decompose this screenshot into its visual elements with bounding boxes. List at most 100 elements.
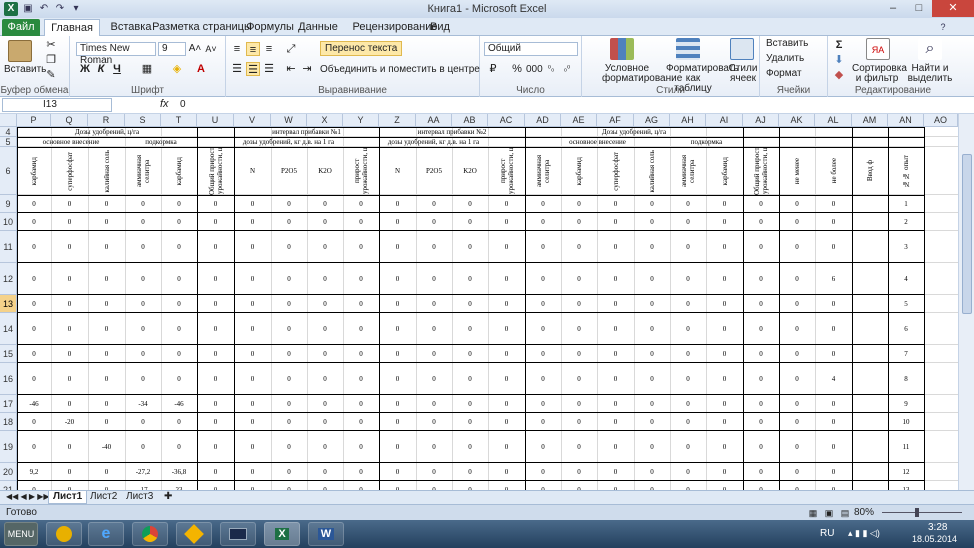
table-cell[interactable]: 0 bbox=[234, 481, 271, 490]
table-cell[interactable]: 0 bbox=[197, 431, 234, 463]
table-cell[interactable]: 4 bbox=[888, 263, 924, 295]
table-cell[interactable]: 0 bbox=[743, 263, 779, 295]
table-cell[interactable]: 0 bbox=[343, 363, 379, 395]
table-cell[interactable]: 0 bbox=[88, 395, 125, 413]
table-cell[interactable]: 0 bbox=[234, 413, 271, 431]
table-cell[interactable]: -27,2 bbox=[125, 463, 161, 481]
row-header[interactable]: 9 bbox=[0, 195, 17, 213]
table-cell[interactable]: -34 bbox=[125, 395, 161, 413]
table-cell[interactable]: 0 bbox=[88, 313, 125, 345]
table-cell[interactable]: 0 bbox=[51, 295, 88, 313]
zoom-slider-thumb[interactable] bbox=[915, 508, 919, 517]
select-all-corner[interactable] bbox=[0, 114, 17, 127]
sheet-tab-1[interactable]: Лист1 bbox=[48, 491, 88, 504]
table-cell[interactable]: 0 bbox=[161, 345, 197, 363]
table-cell[interactable]: 0 bbox=[161, 313, 197, 345]
column-header[interactable]: AI bbox=[706, 114, 743, 127]
table-cell[interactable]: 0 bbox=[271, 413, 307, 431]
table-cell[interactable]: 0 bbox=[234, 395, 271, 413]
column-header[interactable]: AH bbox=[670, 114, 706, 127]
page-layout-view-icon[interactable]: ▣ bbox=[822, 506, 836, 520]
table-cell[interactable]: 0 bbox=[815, 395, 852, 413]
vertical-scrollbar[interactable] bbox=[958, 114, 974, 490]
row-header[interactable]: 10 bbox=[0, 213, 17, 231]
table-cell[interactable]: 0 bbox=[561, 263, 597, 295]
table-cell[interactable]: 0 bbox=[197, 195, 234, 213]
table-cell[interactable]: 0 bbox=[525, 263, 561, 295]
table-cell[interactable]: 0 bbox=[670, 263, 706, 295]
table-cell[interactable]: 7 bbox=[888, 345, 924, 363]
language-indicator[interactable]: RU bbox=[820, 528, 834, 539]
table-cell[interactable]: 0 bbox=[597, 263, 634, 295]
table-cell[interactable]: 0 bbox=[779, 481, 815, 490]
table-cell[interactable]: 0 bbox=[561, 295, 597, 313]
table-cell[interactable]: 0 bbox=[307, 431, 343, 463]
table-cell[interactable]: 0 bbox=[161, 213, 197, 231]
table-cell[interactable]: 0 bbox=[51, 481, 88, 490]
table-cell[interactable]: 0 bbox=[88, 295, 125, 313]
table-cell[interactable]: -17 bbox=[125, 481, 161, 490]
table-cell[interactable]: 0 bbox=[271, 195, 307, 213]
column-header[interactable]: AJ bbox=[743, 114, 779, 127]
table-cell[interactable]: 0 bbox=[234, 213, 271, 231]
table-cell[interactable]: 0 bbox=[125, 413, 161, 431]
table-cell[interactable]: 0 bbox=[452, 463, 488, 481]
table-cell[interactable]: 0 bbox=[670, 313, 706, 345]
table-cell[interactable]: 5 bbox=[888, 295, 924, 313]
table-cell[interactable]: 0 bbox=[307, 463, 343, 481]
column-header[interactable]: AE bbox=[561, 114, 597, 127]
table-cell[interactable]: 0 bbox=[379, 413, 416, 431]
align-middle-icon[interactable]: ≡ bbox=[246, 42, 260, 56]
table-cell[interactable]: 0 bbox=[125, 263, 161, 295]
table-cell[interactable]: 0 bbox=[561, 431, 597, 463]
column-header[interactable]: P bbox=[17, 114, 51, 127]
align-top-icon[interactable]: ≡ bbox=[230, 42, 244, 56]
table-cell[interactable]: 0 bbox=[17, 195, 51, 213]
table-cell[interactable]: 0 bbox=[634, 481, 670, 490]
table-cell[interactable]: 0 bbox=[488, 313, 525, 345]
table-cell[interactable]: 0 bbox=[51, 195, 88, 213]
table-cell[interactable]: 0 bbox=[634, 263, 670, 295]
table-cell[interactable]: 0 bbox=[17, 363, 51, 395]
table-cell[interactable]: 0 bbox=[743, 395, 779, 413]
table-cell[interactable]: 0 bbox=[379, 463, 416, 481]
table-cell[interactable]: 0 bbox=[561, 345, 597, 363]
table-cell[interactable]: 0 bbox=[343, 481, 379, 490]
table-cell[interactable]: 0 bbox=[125, 345, 161, 363]
currency-icon[interactable]: ₽ bbox=[486, 62, 500, 76]
table-cell[interactable]: 0 bbox=[416, 413, 452, 431]
table-cell[interactable]: 0 bbox=[307, 295, 343, 313]
table-cell[interactable]: 0 bbox=[779, 313, 815, 345]
paste-icon[interactable] bbox=[8, 40, 32, 62]
table-cell[interactable]: 0 bbox=[634, 463, 670, 481]
table-cell[interactable]: 0 bbox=[271, 231, 307, 263]
table-cell[interactable]: 0 bbox=[743, 295, 779, 313]
table-cell[interactable]: 0 bbox=[525, 463, 561, 481]
table-cell[interactable]: 0 bbox=[706, 195, 743, 213]
table-cell[interactable]: 0 bbox=[561, 481, 597, 490]
table-cell[interactable]: 0 bbox=[197, 395, 234, 413]
table-cell[interactable]: 0 bbox=[706, 313, 743, 345]
insert-cells-button[interactable]: Вставить bbox=[766, 38, 808, 49]
yellow-app-icon[interactable] bbox=[176, 522, 212, 546]
column-header[interactable]: Q bbox=[51, 114, 88, 127]
table-cell[interactable]: 0 bbox=[779, 213, 815, 231]
table-cell[interactable]: 0 bbox=[125, 213, 161, 231]
table-cell[interactable]: 0 bbox=[379, 295, 416, 313]
table-cell[interactable]: 0 bbox=[561, 313, 597, 345]
table-cell[interactable]: 0 bbox=[416, 363, 452, 395]
table-cell[interactable]: 0 bbox=[488, 263, 525, 295]
table-cell[interactable]: 0 bbox=[271, 363, 307, 395]
table-cell[interactable]: 0 bbox=[17, 481, 51, 490]
table-cell[interactable]: 0 bbox=[416, 263, 452, 295]
tab-data[interactable]: Данные bbox=[290, 19, 346, 36]
table-cell[interactable]: 0 bbox=[51, 363, 88, 395]
table-cell[interactable]: 6 bbox=[815, 263, 852, 295]
table-cell[interactable]: 0 bbox=[234, 431, 271, 463]
table-cell[interactable]: 4 bbox=[815, 363, 852, 395]
table-cell[interactable]: 0 bbox=[488, 231, 525, 263]
table-cell[interactable]: 0 bbox=[271, 313, 307, 345]
table-cell[interactable]: 0 bbox=[525, 413, 561, 431]
table-cell[interactable]: 0 bbox=[743, 213, 779, 231]
table-cell[interactable]: 0 bbox=[343, 231, 379, 263]
